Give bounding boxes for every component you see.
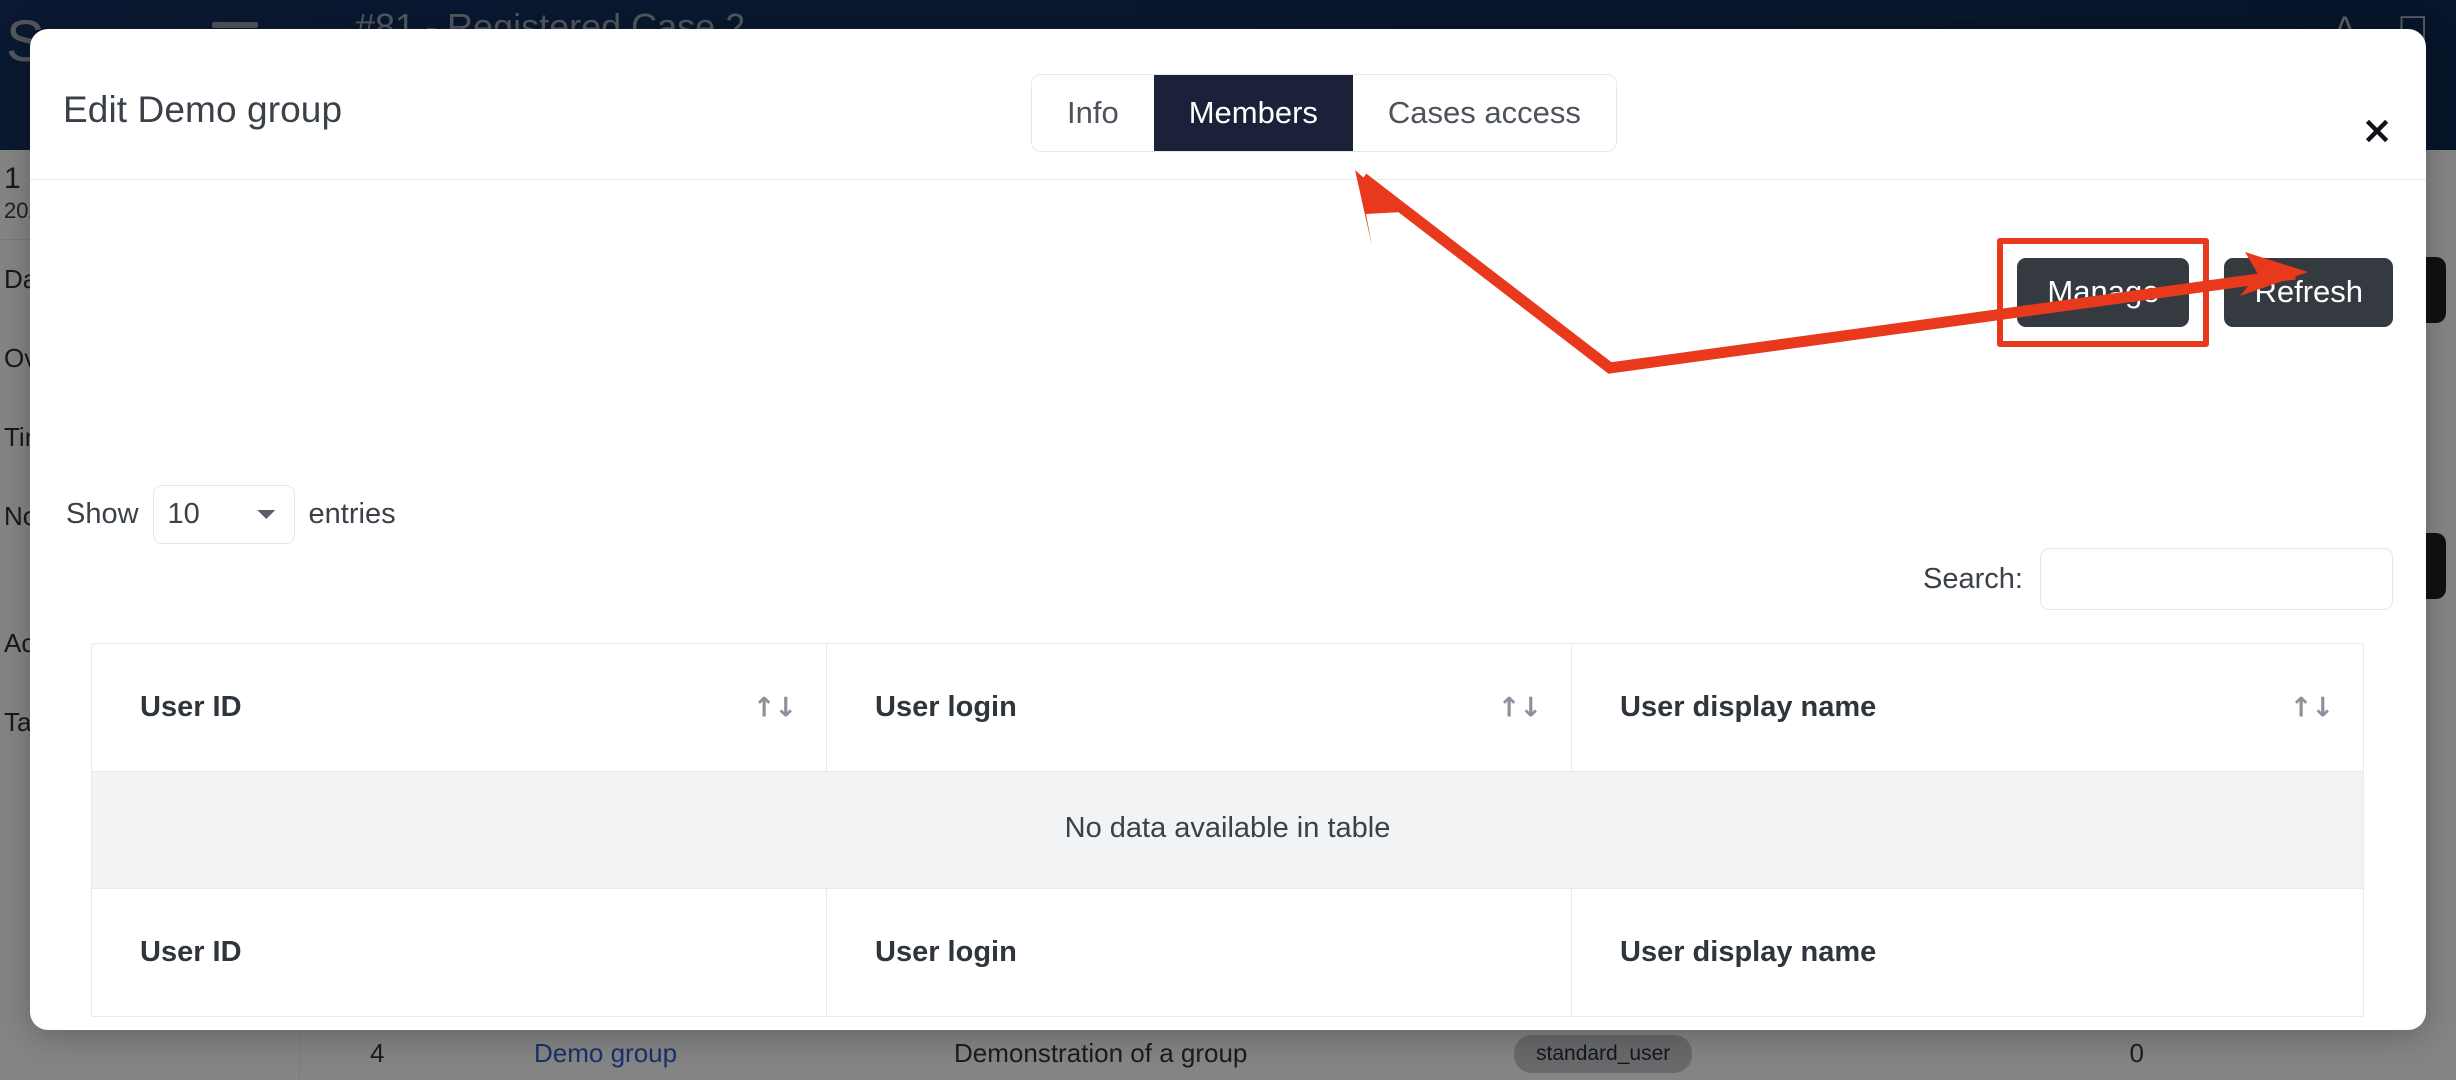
- column-header-user-display-name-label: User display name: [1620, 691, 1877, 723]
- modal-header: Edit Demo group Info Members Cases acces…: [30, 29, 2426, 180]
- modal-tabs: Info Members Cases access: [1031, 74, 1617, 152]
- sort-icon[interactable]: ↑↓: [1498, 692, 1542, 723]
- tab-members[interactable]: Members: [1153, 75, 1353, 151]
- footer-header-user-id: User ID: [92, 889, 827, 1016]
- column-header-user-display-name[interactable]: User display name ↑↓: [1572, 644, 2363, 771]
- members-table: User ID ↑↓ User login ↑↓ User display na…: [91, 643, 2364, 1017]
- length-menu-prefix: Show: [66, 498, 139, 530]
- length-menu: Show 10 25 50 100 entries: [66, 485, 396, 544]
- footer-header-user-login-label: User login: [875, 936, 1017, 968]
- search-input[interactable]: [2040, 548, 2393, 610]
- page-title: Edit Demo group: [63, 89, 343, 130]
- sort-icon[interactable]: ↑↓: [2290, 692, 2334, 723]
- tab-info[interactable]: Info: [1032, 75, 1154, 151]
- members-table-header: User ID ↑↓ User login ↑↓ User display na…: [92, 644, 2363, 771]
- members-table-footer: User ID User login User display name: [92, 889, 2363, 1016]
- modal-body: Manage Refresh Show 10 25 50 100 entries…: [30, 180, 2426, 1029]
- members-toolbar: Manage Refresh: [1997, 238, 2393, 347]
- column-header-user-login-label: User login: [875, 691, 1017, 723]
- sort-icon[interactable]: ↑↓: [753, 692, 797, 723]
- refresh-button[interactable]: Refresh: [2224, 258, 2393, 327]
- close-icon[interactable]: ×: [2361, 111, 2393, 149]
- footer-header-user-display-name-label: User display name: [1620, 936, 1877, 968]
- search-label: Search:: [1923, 562, 2023, 595]
- column-header-user-id-label: User ID: [140, 691, 242, 723]
- empty-table-message: No data available in table: [92, 771, 2363, 889]
- footer-header-user-login: User login: [827, 889, 1572, 1016]
- manage-button[interactable]: Manage: [2017, 258, 2190, 327]
- footer-header-user-id-label: User ID: [140, 936, 242, 968]
- tab-cases-access[interactable]: Cases access: [1352, 75, 1616, 151]
- manage-highlight-box: Manage: [1997, 238, 2210, 347]
- entries-per-page-select[interactable]: 10 25 50 100: [152, 485, 295, 544]
- column-header-user-id[interactable]: User ID ↑↓: [92, 644, 827, 771]
- search-area: Search:: [1923, 548, 2393, 610]
- column-header-user-login[interactable]: User login ↑↓: [827, 644, 1572, 771]
- edit-group-modal: Edit Demo group Info Members Cases acces…: [30, 29, 2426, 1030]
- footer-header-user-display-name: User display name: [1572, 889, 2363, 1016]
- length-menu-suffix: entries: [308, 498, 396, 530]
